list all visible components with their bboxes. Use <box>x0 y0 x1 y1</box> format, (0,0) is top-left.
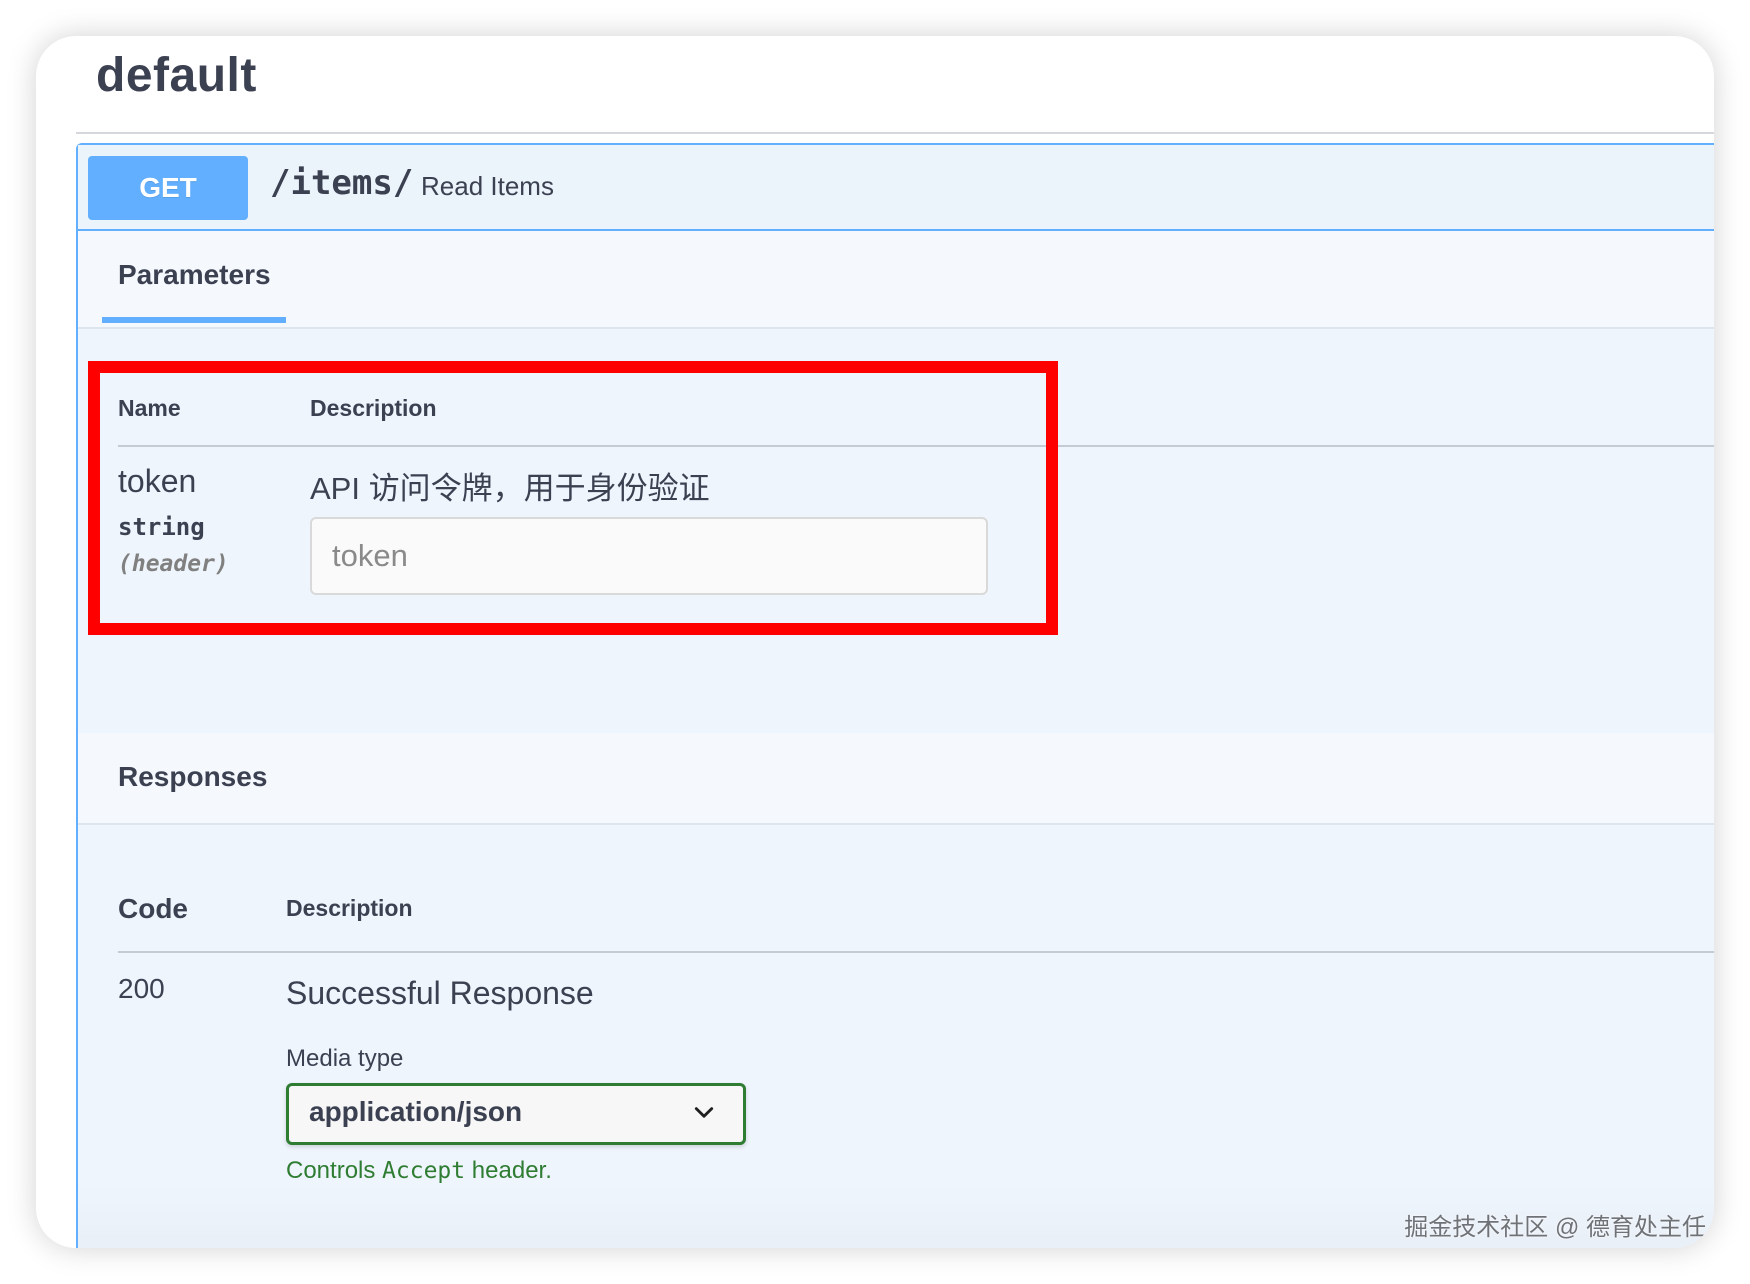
param-description: API 访问令牌，用于身份验证 <box>310 471 710 506</box>
section-divider <box>76 132 1714 134</box>
tab-parameters[interactable]: Parameters <box>118 259 271 291</box>
param-type: string <box>118 513 205 541</box>
method-badge: GET <box>88 156 248 220</box>
tab-active-indicator <box>102 317 286 323</box>
responses-column-code: Code <box>118 893 188 924</box>
responses-header-bar: Responses <box>78 733 1714 825</box>
parameters-tab-bar: Parameters <box>78 231 1714 329</box>
controls-code: Accept <box>382 1158 466 1184</box>
response-description: Successful Response <box>286 975 594 1011</box>
param-name: token <box>118 463 197 499</box>
chevron-down-icon <box>694 1107 714 1118</box>
response-code: 200 <box>118 973 165 1004</box>
responses-column-description: Description <box>286 895 413 921</box>
section-title[interactable]: default <box>96 48 257 103</box>
operation-summary-text: Read Items <box>421 171 554 201</box>
controls-prefix: Controls <box>286 1157 383 1184</box>
params-header-divider <box>118 445 1714 447</box>
responses-title: Responses <box>118 761 268 792</box>
api-docs-card: default GET /items/ Read Items Parameter… <box>36 36 1714 1248</box>
operation-summary[interactable]: GET /items/ Read Items <box>78 145 1714 231</box>
controls-accept-note: Controls Accept header. <box>286 1157 552 1185</box>
controls-suffix: header. <box>465 1157 552 1184</box>
media-type-label: Media type <box>286 1045 404 1072</box>
operation-path: /items/ <box>270 163 414 203</box>
media-type-select[interactable]: application/json <box>286 1083 746 1145</box>
watermark: 掘金技术社区 @ 德育处主任 <box>1404 1214 1706 1241</box>
responses-header-divider <box>118 951 1714 953</box>
params-column-name: Name <box>118 395 181 421</box>
token-input[interactable] <box>310 517 988 595</box>
param-location: (header) <box>118 551 229 577</box>
params-column-description: Description <box>310 395 437 421</box>
media-type-value: application/json <box>309 1096 523 1127</box>
operation-block: GET /items/ Read Items Parameters Name D… <box>76 143 1714 1248</box>
